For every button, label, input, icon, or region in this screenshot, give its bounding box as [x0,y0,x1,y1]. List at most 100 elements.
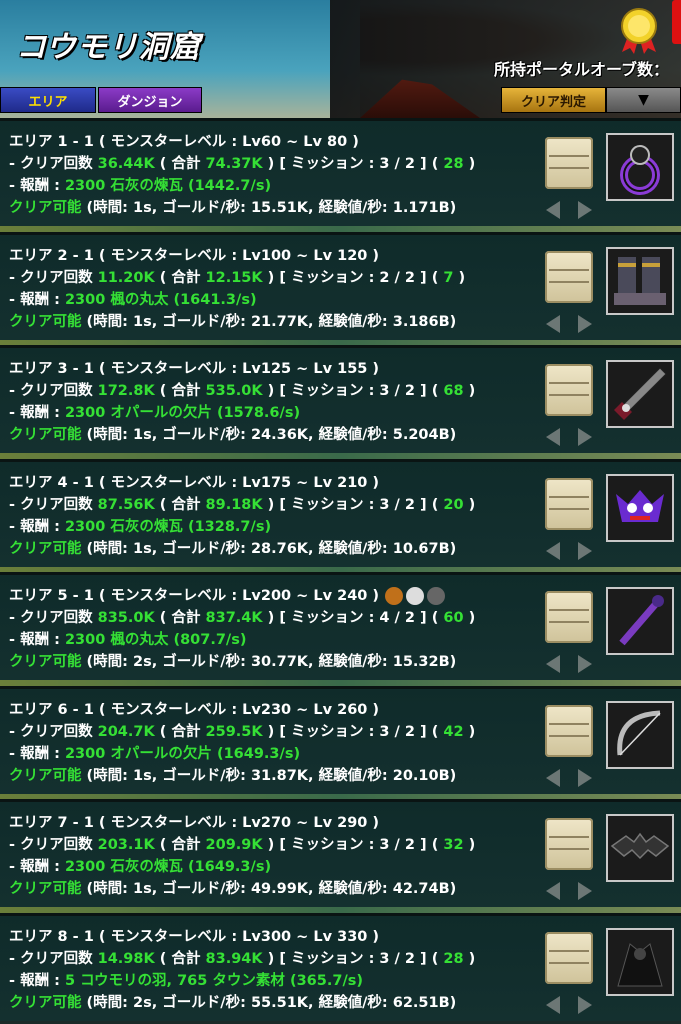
row-reward: - 報酬 : 2300 楓の丸太 (1641.3/s) [9,291,257,308]
area-row[interactable]: エリア 8 - 1 ( モンスターレベル : Lv300 ~ Lv 330 ) -… [0,912,681,1021]
row-reward: - 報酬 : 2300 石灰の煉瓦 (1649.3/s) [9,859,272,875]
scroll-icon[interactable] [545,931,593,984]
reward-rate: (1649.3/s) [216,745,301,762]
scroll-icon[interactable] [545,704,593,757]
total-value: 83.94K [205,950,263,967]
row-clear-count: - クリア回数 204.7K ( 合計 259.5K ) [ ミッション : 3… [9,723,476,740]
next-arrow-icon[interactable] [578,541,592,560]
prev-arrow-icon[interactable] [546,201,560,219]
row-status: クリア可能 (時間: 1s, ゴールド/秒: 15.51K, 経験値/秒: 1.… [9,196,456,217]
row-stats: (時間: 1s, ゴールド/秒: 24.36K, 経験値/秒: 5.204B) [81,427,457,443]
reward-value: 2300 石灰の煉瓦 [64,518,183,535]
header: コウモリ洞窟 所持ポータルオーブ数： エリア ダンジョン クリア判定 ▼ [0,0,681,118]
reward-item-icon[interactable] [606,133,674,201]
row-stats: (時間: 2s, ゴールド/秒: 30.77K, 経験値/秒: 15.32B) [81,654,457,670]
area-row[interactable]: エリア 7 - 1 ( モンスターレベル : Lv270 ~ Lv 290 ) -… [0,799,681,907]
total-value: 74.37K [205,156,263,172]
clear-count-value: 11.20K [97,269,155,286]
tab-area[interactable]: エリア [0,87,96,113]
row-reward: - 報酬 : 2300 石灰の煉瓦 (1328.7/s) [9,518,272,535]
area-row[interactable]: エリア 5 - 1 ( モンスターレベル : Lv200 ~ Lv 240 ) -… [0,572,681,680]
clear-count-value: 172.8K [97,383,155,399]
prev-arrow-icon[interactable] [546,428,560,446]
tab-dungeon[interactable]: ダンジョン [98,87,202,113]
bonus-icons [385,587,448,605]
row-reward: - 報酬 : 2300 オパールの欠片 (1578.6/s) [9,405,301,421]
scroll-icon[interactable] [545,250,593,303]
reward-rate: (1649.3/s) [187,859,272,875]
scroll-icon[interactable] [545,591,593,643]
row-stats: (時間: 1s, ゴールド/秒: 31.87K, 経験値/秒: 20.10B) [81,767,457,784]
page-title: コウモリ洞窟 [16,30,201,65]
medal-icon[interactable] [618,6,660,54]
row-title: エリア 6 - 1 ( モンスターレベル : Lv230 ~ Lv 260 ) [9,701,380,718]
scroll-icon[interactable] [545,818,593,870]
prev-arrow-icon[interactable] [546,768,560,787]
mission-value: 20 [443,496,464,513]
filter-dropdown[interactable]: ▼ [606,87,681,113]
row-title: エリア 1 - 1 ( モンスターレベル : Lv60 ~ Lv 80 ) [9,134,359,150]
reward-value: 2300 オパールの欠片 [64,745,212,762]
clear-check-button[interactable]: クリア判定 [501,87,606,113]
prev-arrow-icon[interactable] [546,314,560,333]
row-clear-count: - クリア回数 87.56K ( 合計 89.18K ) [ ミッション : 3… [9,496,476,513]
prev-arrow-icon[interactable] [546,655,560,673]
mission-value: 28 [443,156,464,172]
row-status: クリア可能 (時間: 1s, ゴールド/秒: 31.87K, 経験値/秒: 20… [9,764,456,785]
reward-rate: (365.7/s) [289,972,364,989]
clear-count-value: 36.44K [97,156,155,172]
row-stats: (時間: 1s, ゴールド/秒: 28.76K, 経験値/秒: 10.67B) [81,540,457,557]
reward-value: 2300 石灰の煉瓦 [64,859,183,875]
row-clear-count: - クリア回数 835.0K ( 合計 837.4K ) [ ミッション : 4… [9,610,476,626]
mission-value: 7 [443,269,454,286]
clearable-status: クリア可能 [9,767,82,784]
next-arrow-icon[interactable] [578,882,592,900]
total-value: 837.4K [205,610,263,626]
area-row[interactable]: エリア 2 - 1 ( モンスターレベル : Lv100 ~ Lv 120 ) -… [0,231,681,340]
row-title: エリア 8 - 1 ( モンスターレベル : Lv300 ~ Lv 330 ) [9,928,380,945]
clear-count-value: 835.0K [97,610,155,626]
prev-arrow-icon[interactable] [546,995,560,1014]
next-arrow-icon[interactable] [578,995,592,1014]
reward-item-icon[interactable] [606,246,674,315]
next-arrow-icon[interactable] [578,655,592,673]
scroll-icon[interactable] [545,137,593,189]
scroll-icon[interactable] [545,477,593,530]
next-arrow-icon[interactable] [578,428,592,446]
row-stats: (時間: 1s, ゴールド/秒: 21.77K, 経験値/秒: 3.186B) [81,313,457,330]
reward-item-icon[interactable] [606,814,674,882]
row-stats: (時間: 2s, ゴールド/秒: 55.51K, 経験値/秒: 62.51B) [81,994,457,1011]
row-status: クリア可能 (時間: 2s, ゴールド/秒: 30.77K, 経験値/秒: 15… [9,650,456,671]
row-stats: (時間: 1s, ゴールド/秒: 49.99K, 経験値/秒: 42.74B) [81,881,457,897]
area-row[interactable]: エリア 1 - 1 ( モンスターレベル : Lv60 ~ Lv 80 ) - ク… [0,118,681,226]
row-reward: - 報酬 : 5 コウモリの羽, 765 タウン素材 (365.7/s) [9,972,364,989]
area-row[interactable]: エリア 4 - 1 ( モンスターレベル : Lv175 ~ Lv 210 ) -… [0,458,681,567]
reward-value: 2300 楓の丸太 [64,632,169,648]
clearable-status: クリア可能 [9,654,82,670]
stone-icon [427,587,446,605]
clearable-status: クリア可能 [9,994,82,1011]
reward-item-icon[interactable] [606,587,674,655]
row-clear-count: - クリア回数 203.1K ( 合計 209.9K ) [ ミッション : 3… [9,837,476,853]
row-reward: - 報酬 : 2300 オパールの欠片 (1649.3/s) [9,745,301,762]
clearable-status: クリア可能 [9,313,82,330]
scroll-icon[interactable] [545,364,593,416]
row-title: エリア 7 - 1 ( モンスターレベル : Lv270 ~ Lv 290 ) [9,815,380,831]
prev-arrow-icon[interactable] [546,882,560,900]
clear-count-value: 204.7K [97,723,155,740]
reward-item-icon[interactable] [606,700,674,769]
reward-item-icon[interactable] [606,927,674,996]
next-arrow-icon[interactable] [578,201,592,219]
notification-edge[interactable] [672,0,681,44]
next-arrow-icon[interactable] [578,314,592,333]
clearable-status: クリア可能 [9,427,82,443]
reward-item-icon[interactable] [606,360,674,428]
area-row[interactable]: エリア 3 - 1 ( モンスターレベル : Lv125 ~ Lv 155 ) -… [0,345,681,453]
prev-arrow-icon[interactable] [546,541,560,560]
row-title: エリア 4 - 1 ( モンスターレベル : Lv175 ~ Lv 210 ) [9,474,380,491]
area-row[interactable]: エリア 6 - 1 ( モンスターレベル : Lv230 ~ Lv 260 ) -… [0,685,681,794]
portal-orb-label: 所持ポータルオーブ数： [494,60,670,79]
next-arrow-icon[interactable] [578,768,592,787]
reward-item-icon[interactable] [606,473,674,542]
area-list: エリア 1 - 1 ( モンスターレベル : Lv60 ~ Lv 80 ) - ク… [0,118,681,1024]
